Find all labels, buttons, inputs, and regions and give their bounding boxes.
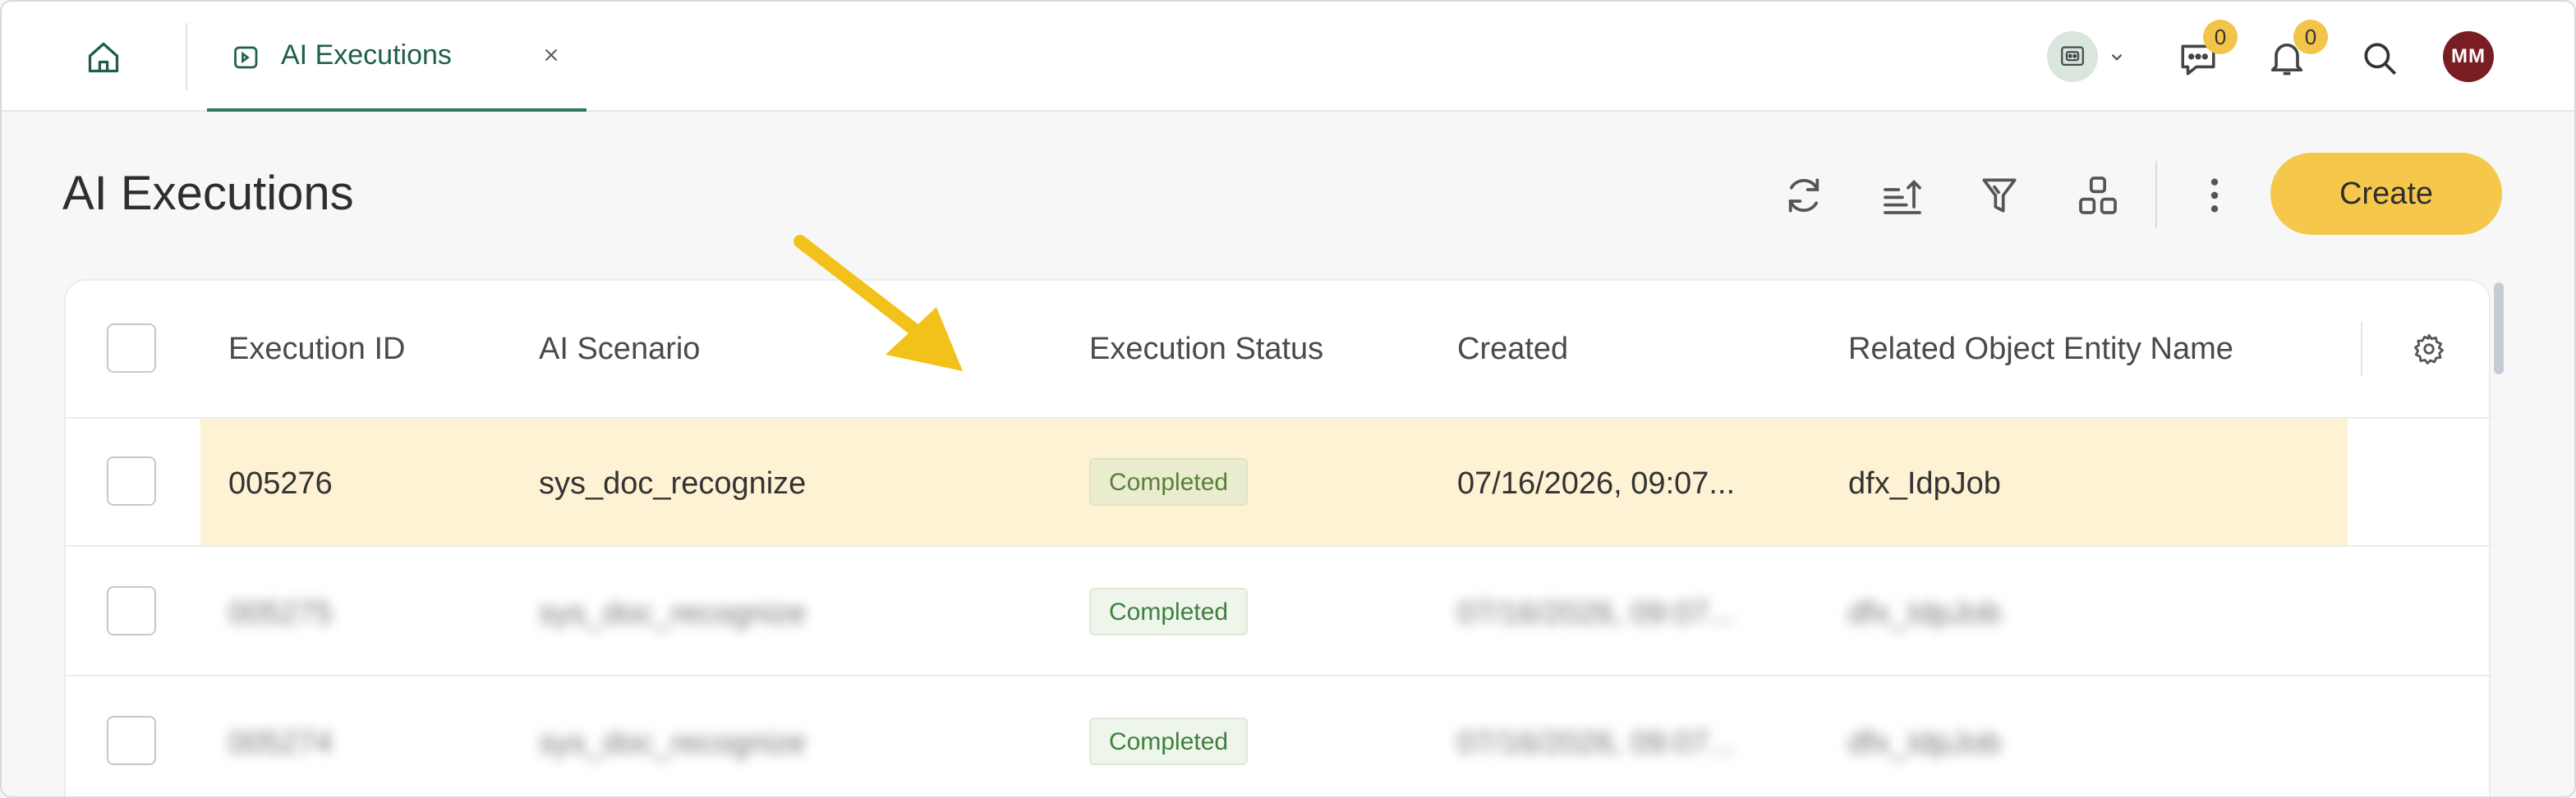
close-icon — [545, 48, 558, 62]
create-button[interactable]: Create — [2270, 153, 2502, 235]
row-checkbox[interactable] — [107, 456, 156, 506]
gear-icon[interactable] — [2412, 332, 2446, 366]
topbar-divider — [186, 23, 187, 90]
ai-scenario-cell: sys_doc_recognize — [539, 596, 807, 631]
filter-button[interactable] — [1973, 169, 2026, 222]
status-badge: Completed — [1089, 588, 1249, 635]
filter-icon — [1982, 178, 2017, 213]
tab-label: AI Executions — [281, 39, 452, 71]
search-icon[interactable] — [2359, 38, 2400, 79]
top-bar: AI Executions 0 0 MM — [2, 2, 2574, 112]
sort-button[interactable] — [1876, 169, 1929, 222]
page-title: AI Executions — [62, 167, 354, 220]
refresh-button[interactable] — [1778, 169, 1830, 222]
created-cell: 07/16/2026, 09:07... — [1457, 726, 1736, 760]
column-header-related-object[interactable]: Related Object Entity Name — [1848, 332, 2233, 367]
tab-ai-executions[interactable]: AI Executions — [207, 2, 586, 112]
table-scrollbar[interactable] — [2494, 282, 2504, 374]
created-cell: 07/16/2026, 09:07... — [1457, 466, 1736, 501]
ai-execution-icon — [234, 46, 258, 69]
annotation-arrow-icon — [794, 235, 963, 371]
column-header-execution-status[interactable]: Execution Status — [1089, 332, 1323, 367]
column-header-execution-id[interactable]: Execution ID — [228, 332, 405, 367]
toolbar-divider — [2155, 161, 2157, 228]
tab-close-button[interactable] — [537, 41, 565, 69]
chevron-down-icon[interactable] — [2108, 48, 2126, 66]
avatar[interactable]: MM — [2443, 31, 2494, 82]
execution-id-cell: 005275 — [228, 596, 333, 631]
created-cell: 07/16/2026, 09:07... — [1457, 596, 1736, 631]
group-icon — [2079, 177, 2117, 214]
home-icon — [88, 42, 119, 73]
select-all-checkbox[interactable] — [107, 323, 156, 373]
related-object-cell: dfx_IdpJob — [1848, 596, 2001, 631]
status-badge: Completed — [1089, 458, 1249, 506]
table-row[interactable]: 005274 sys_doc_recognize Completed 07/16… — [66, 678, 2492, 796]
table-row[interactable]: 005275 sys_doc_recognize Completed 07/16… — [66, 548, 2492, 676]
notification-count-badge: 0 — [2293, 20, 2328, 54]
refresh-icon — [1788, 178, 1819, 213]
chat-count-badge: 0 — [2203, 20, 2238, 54]
bot-icon — [2061, 46, 2084, 66]
column-header-ai-scenario[interactable]: AI Scenario — [539, 332, 700, 367]
sort-icon — [1884, 180, 1921, 214]
app-window: AI Executions 0 0 MM AI Executions Creat… — [0, 0, 2576, 798]
table-row[interactable]: 005276 sys_doc_recognize Completed 07/16… — [66, 419, 2492, 547]
home-button[interactable] — [77, 34, 130, 80]
row-checkbox[interactable] — [107, 586, 156, 635]
ai-scenario-cell: sys_doc_recognize — [539, 726, 807, 760]
more-button[interactable] — [2188, 169, 2241, 222]
related-object-cell: dfx_IdpJob — [1848, 726, 2001, 760]
execution-id-cell: 005274 — [228, 726, 333, 760]
executions-table: Execution ID AI Scenario Execution Statu… — [64, 279, 2492, 796]
row-checkbox[interactable] — [107, 716, 156, 765]
related-object-cell: dfx_IdpJob — [1848, 466, 2001, 501]
group-button[interactable] — [2072, 169, 2124, 222]
execution-id-cell: 005276 — [228, 466, 333, 501]
header-divider — [2361, 322, 2362, 376]
more-icon — [2210, 178, 2219, 213]
assistant-button[interactable] — [2047, 31, 2098, 82]
column-header-created[interactable]: Created — [1457, 332, 1568, 367]
status-badge: Completed — [1089, 718, 1249, 765]
ai-scenario-cell: sys_doc_recognize — [539, 466, 807, 501]
table-header-row: Execution ID AI Scenario Execution Statu… — [66, 281, 2492, 419]
